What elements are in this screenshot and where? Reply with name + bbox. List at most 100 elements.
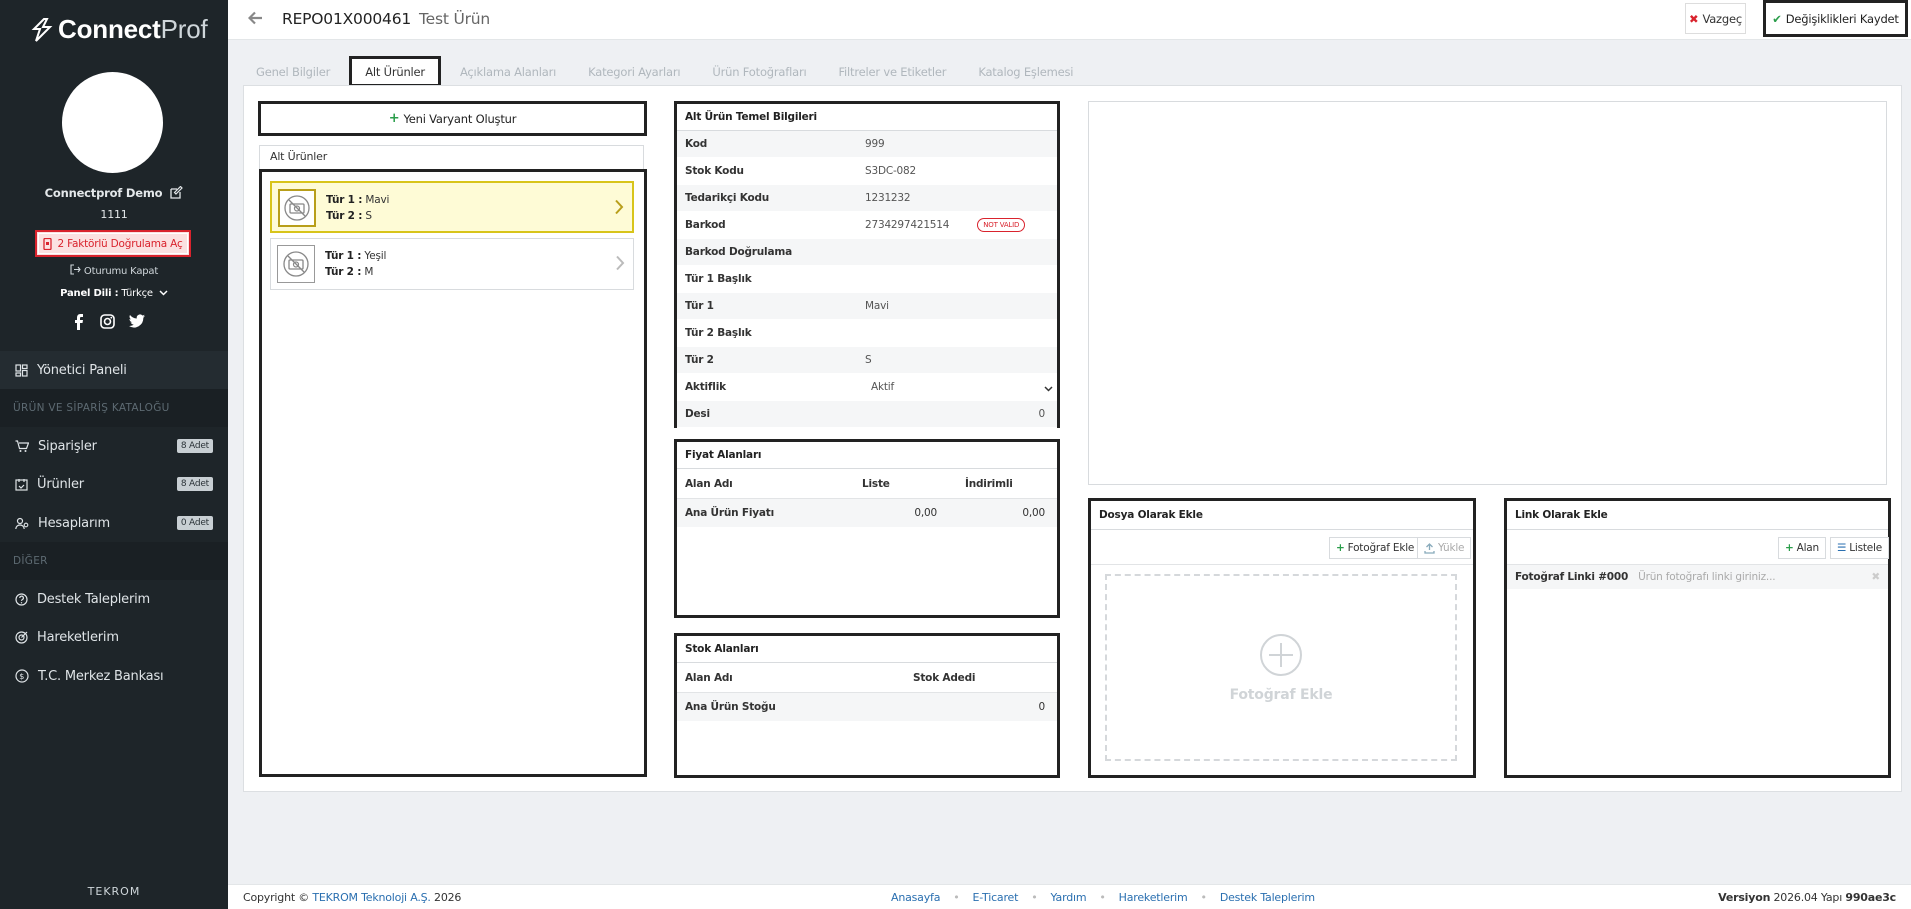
- radar-icon: [15, 630, 28, 644]
- footer-link-support[interactable]: Destek Taleplerim: [1220, 891, 1315, 904]
- version-info: Versiyon 2026.04 Yapı 990ae3c: [1718, 891, 1896, 904]
- nav-dashboard[interactable]: Yönetici Paneli: [0, 351, 228, 389]
- avatar[interactable]: [62, 72, 163, 173]
- upload-icon: [1424, 542, 1435, 554]
- tab-filters[interactable]: Filtreler ve Etiketler: [825, 56, 959, 87]
- stock-title: Stok Alanları: [677, 636, 1057, 663]
- stock-col-name: Alan Adı: [685, 671, 733, 684]
- footer-link-help[interactable]: Yardım: [1051, 891, 1087, 904]
- plus-icon: +: [388, 111, 400, 126]
- remove-icon[interactable]: ✖: [1871, 571, 1880, 583]
- photo-drop-zone[interactable]: Fotoğraf Ekle: [1105, 574, 1457, 761]
- nav-bank[interactable]: $ T.C. Merkez Bankası: [0, 657, 228, 695]
- chevron-down-icon: [159, 290, 168, 296]
- language-selector[interactable]: Panel Dili : Türkçe: [0, 288, 228, 299]
- stock-code-value[interactable]: S3DC-082: [865, 165, 916, 177]
- footer-link-movements[interactable]: Hareketlerim: [1119, 891, 1188, 904]
- twitter-icon[interactable]: [129, 314, 145, 328]
- logout-label: Oturumu Kapat: [83, 266, 159, 277]
- link-title: Link Olarak Ekle: [1507, 501, 1888, 530]
- user-name: Connectprof Demo: [44, 186, 163, 200]
- lang-value: Türkçe: [121, 288, 153, 299]
- tab-general[interactable]: Genel Bilgiler: [243, 56, 343, 87]
- nav-orders[interactable]: Siparişler 8 Adet: [0, 427, 228, 465]
- price-row-list[interactable]: 0,00: [914, 507, 937, 519]
- supplier-code-value[interactable]: 1231232: [865, 192, 911, 204]
- nav-movements[interactable]: Hareketlerim: [0, 618, 228, 656]
- upload-button[interactable]: Yükle: [1417, 537, 1472, 559]
- product-code: REPO01X000461: [282, 10, 412, 28]
- row-supplier-code: Tedarikçi Kodu 1231232: [677, 185, 1057, 212]
- nav-products[interactable]: Ürünler 8 Adet: [0, 465, 228, 503]
- tab-variants[interactable]: Alt Ürünler: [349, 56, 441, 87]
- instagram-icon[interactable]: [100, 314, 115, 329]
- list-button[interactable]: ☰ Listele: [1830, 537, 1890, 559]
- type2-label: Tür 2: [685, 354, 714, 366]
- save-button[interactable]: ✔ Değişiklikleri Kaydet: [1763, 0, 1908, 37]
- products-badge: 8 Adet: [176, 477, 213, 491]
- dashboard-icon: [15, 363, 28, 377]
- facebook-icon[interactable]: [72, 314, 86, 330]
- active-label: Aktiflik: [685, 381, 726, 393]
- drop-zone-label: Fotoğraf Ekle: [1229, 686, 1333, 703]
- footer-links: Anasayfa • E-Ticaret • Yardım • Hareketleri…: [891, 891, 1315, 904]
- tab-catalog[interactable]: Katalog Eşlemesi: [965, 56, 1086, 87]
- desi-label: Desi: [685, 408, 710, 420]
- list-icon: ☰: [1837, 542, 1847, 554]
- row-barcode: Barkod 2734297421514 NOT VALID: [677, 212, 1057, 239]
- type1-value[interactable]: Mavi: [865, 300, 889, 312]
- price-col-name: Alan Adı: [685, 477, 733, 490]
- basic-info-rows: Kod 999 Stok Kodu S3DC-082 Tedarikçi Kodu 1…: [677, 131, 1057, 428]
- code-value[interactable]: 999: [865, 138, 885, 150]
- stock-row-qty[interactable]: 0: [1039, 701, 1046, 713]
- price-col-list: Liste: [862, 477, 890, 490]
- twofa-button[interactable]: 2 Faktörlü Doğrulama Aç: [35, 230, 191, 257]
- nav-accounts[interactable]: Hesaplarım 0 Adet: [0, 504, 228, 542]
- company-link[interactable]: TEKROM Teknoloji A.Ş.: [312, 891, 431, 904]
- footer-link-ecommerce[interactable]: E-Ticaret: [973, 891, 1019, 904]
- supplier-code-label: Tedarikçi Kodu: [685, 192, 770, 204]
- new-variant-button[interactable]: + Yeni Varyant Oluştur: [258, 101, 647, 136]
- type2-value[interactable]: S: [865, 354, 872, 366]
- version-label: Versiyon: [1718, 891, 1771, 904]
- products-icon: [15, 478, 28, 491]
- user-code: 1111: [100, 208, 128, 221]
- variant-card[interactable]: Tür 1 : Yeşil Tür 2 : M: [270, 238, 634, 290]
- tab-descriptions[interactable]: Açıklama Alanları: [447, 56, 569, 87]
- logout-link[interactable]: Oturumu Kapat: [0, 264, 228, 277]
- barcode-value[interactable]: 2734297421514: [865, 219, 949, 231]
- desi-value[interactable]: 0: [1039, 408, 1046, 420]
- back-arrow-icon[interactable]: [247, 11, 263, 28]
- variant-type1-label: Tür 1 :: [325, 250, 362, 262]
- variants-list: Tür 1 : Mavi Tür 2 : S Tür 1 : Yeşil Tür 2…: [259, 169, 647, 777]
- add-photo-button[interactable]: + Fotoğraf Ekle: [1329, 537, 1422, 559]
- nav-orders-label: Siparişler: [38, 438, 97, 454]
- chevron-right-icon: [615, 255, 625, 274]
- logout-icon: [70, 264, 81, 275]
- footer-link-home[interactable]: Anasayfa: [891, 891, 940, 904]
- version-value: 2026.04: [1773, 891, 1818, 904]
- cancel-button[interactable]: ✖ Vazgeç: [1685, 3, 1746, 34]
- logo[interactable]: Connect Prof: [30, 14, 208, 45]
- table-row: Ana Ürün Stoğu 0: [677, 693, 1057, 721]
- tab-category[interactable]: Kategori Ayarları: [575, 56, 693, 87]
- nav-support[interactable]: Destek Taleplerim: [0, 580, 228, 618]
- edit-profile-icon[interactable]: [170, 185, 184, 202]
- stock-panel: Stok Alanları Alan Adı Stok Adedi Ana Ürü…: [674, 633, 1060, 778]
- tab-photos[interactable]: Ürün Fotoğrafları: [699, 56, 819, 87]
- logo-text-light: Prof: [160, 14, 208, 44]
- price-table-header: Alan Adı Liste İndirimli: [677, 469, 1057, 499]
- row-type2-title: Tür 2 Başlık: [677, 320, 1057, 347]
- accounts-badge: 0 Adet: [176, 516, 213, 530]
- build-value: 990ae3c: [1845, 891, 1896, 904]
- nav-section-catalog: ÜRÜN VE SİPARİŞ KATALOĞU: [0, 389, 228, 427]
- variant-card[interactable]: Tür 1 : Mavi Tür 2 : S: [270, 181, 634, 233]
- price-col-discount: İndirimli: [965, 477, 1013, 490]
- variant-type2-label: Tür 2 :: [326, 210, 363, 222]
- add-field-button[interactable]: + Alan: [1778, 537, 1826, 559]
- link-input[interactable]: Ürün fotoğrafı linki giriniz...: [1638, 571, 1775, 583]
- price-row-discount[interactable]: 0,00: [1022, 507, 1045, 519]
- active-select[interactable]: Aktif: [871, 381, 894, 393]
- check-icon: ✔: [1772, 11, 1782, 26]
- barcode-validation-label: Barkod Doğrulama: [685, 246, 792, 258]
